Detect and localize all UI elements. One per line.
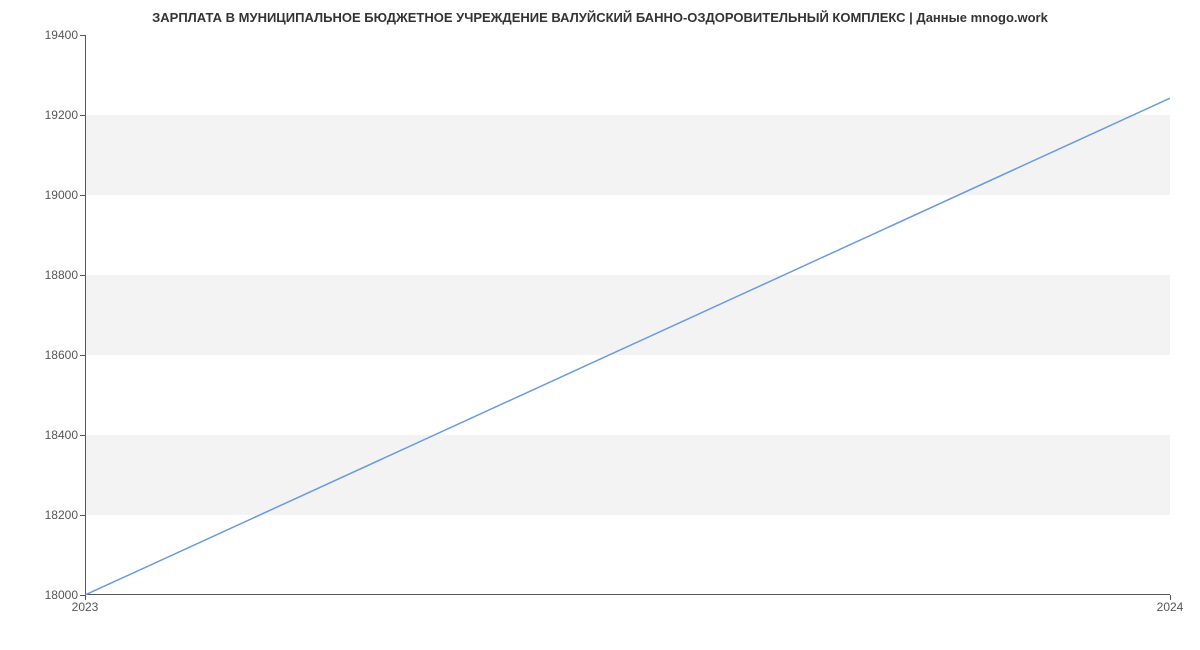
- y-tick-mark: [80, 355, 85, 356]
- y-tick-mark: [80, 35, 85, 36]
- grid-band: [85, 275, 1170, 355]
- y-axis-line: [85, 35, 86, 595]
- y-tick-mark: [80, 115, 85, 116]
- y-tick-mark: [80, 515, 85, 516]
- y-tick-label: 18600: [45, 348, 78, 362]
- x-axis-line: [85, 594, 1170, 595]
- y-tick-label: 19000: [45, 188, 78, 202]
- x-tick-label: 2024: [1157, 600, 1184, 614]
- y-tick-label: 18800: [45, 268, 78, 282]
- y-tick-label: 19200: [45, 108, 78, 122]
- y-tick-mark: [80, 275, 85, 276]
- grid-band: [85, 435, 1170, 515]
- y-tick-label: 19400: [45, 28, 78, 42]
- chart-title: ЗАРПЛАТА В МУНИЦИПАЛЬНОЕ БЮДЖЕТНОЕ УЧРЕЖ…: [0, 10, 1200, 25]
- grid-band: [85, 115, 1170, 195]
- plot-area: [85, 35, 1170, 595]
- y-tick-label: 18200: [45, 508, 78, 522]
- y-tick-mark: [80, 435, 85, 436]
- y-tick-mark: [80, 195, 85, 196]
- y-tick-label: 18400: [45, 428, 78, 442]
- x-tick-label: 2023: [72, 600, 99, 614]
